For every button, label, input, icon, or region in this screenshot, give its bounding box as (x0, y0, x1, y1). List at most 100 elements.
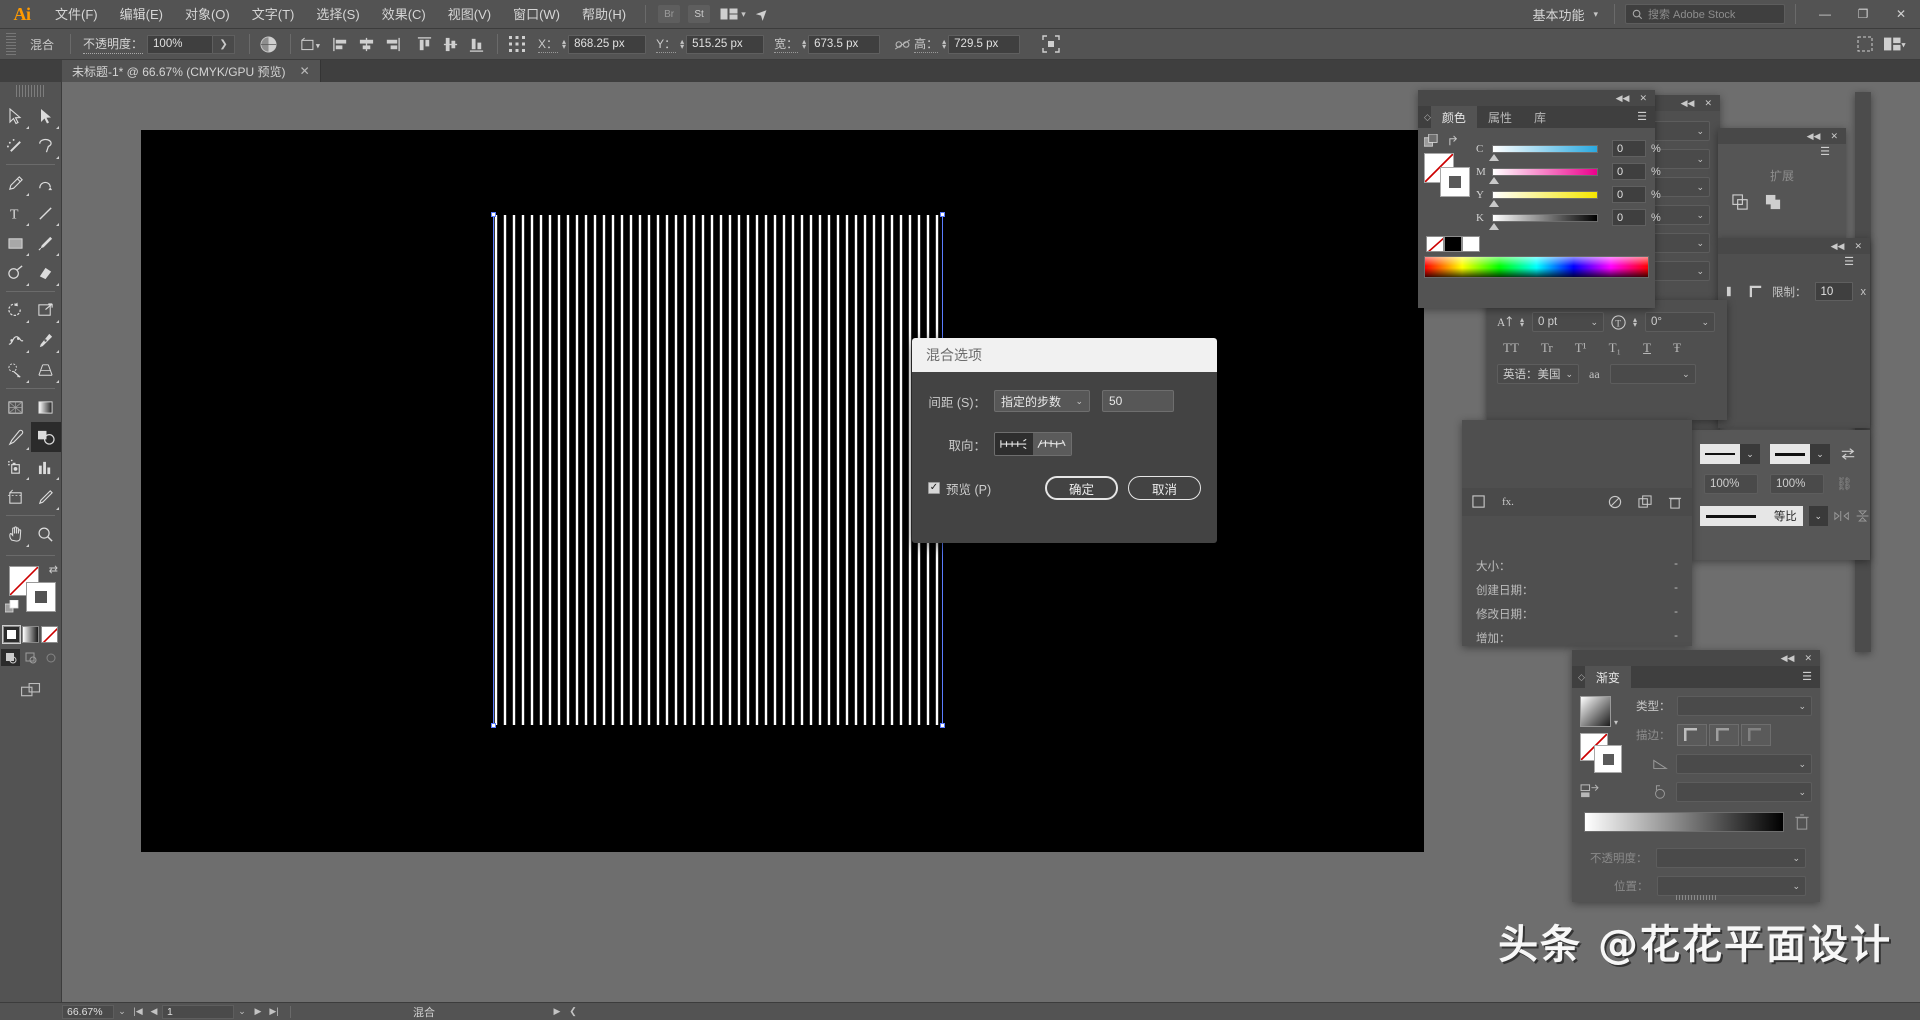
chevron-down-icon[interactable]: ▾ (1614, 718, 1618, 727)
reverse-gradient-icon[interactable] (1580, 783, 1636, 799)
fill-stroke-indicator[interactable]: ⇄ (0, 562, 62, 622)
panel-menu-icon[interactable]: ☰ (1802, 672, 1812, 683)
swatch-none[interactable] (1426, 236, 1444, 252)
color-mode-solid[interactable] (3, 626, 20, 643)
subscript-button[interactable]: T₁ (1609, 340, 1621, 356)
selection-anchor[interactable] (940, 212, 945, 217)
link-broken-icon[interactable]: ⛓ (1836, 476, 1853, 492)
stock-search-input[interactable]: 搜索 Adobe Stock (1625, 4, 1785, 24)
selection-tool[interactable] (0, 101, 31, 131)
menu-type[interactable]: 文字(T) (241, 0, 306, 29)
slider-k-track[interactable] (1492, 214, 1598, 222)
slider-m[interactable]: M 0 % (1476, 163, 1661, 180)
close-icon[interactable]: ✕ (1639, 93, 1647, 104)
gradient-opacity-field[interactable]: ⌄ (1656, 848, 1807, 868)
preview-checkbox[interactable]: ✓ (928, 482, 940, 494)
superscript-button[interactable]: T¹ (1575, 340, 1587, 356)
workspace-switcher[interactable]: 基本功能 ▾ (1526, 5, 1604, 24)
document-tab[interactable]: 未标题-1* @ 66.67% (CMYK/GPU 预览) ✕ (62, 60, 321, 82)
limit-value[interactable]: 10 (1815, 282, 1853, 301)
menu-select[interactable]: 选择(S) (305, 0, 370, 29)
tab-gradient[interactable]: 渐变 (1585, 666, 1631, 688)
slider-c[interactable]: C 0 % (1476, 140, 1661, 157)
opacity-flyout-button[interactable]: ❯ (213, 35, 235, 54)
gradient-type-field[interactable]: ⌄ (1677, 696, 1813, 716)
underline-button[interactable]: T (1643, 340, 1651, 356)
language-field[interactable]: 英语：美国 ⌄ (1497, 364, 1579, 384)
opacity-value[interactable]: 100% (147, 35, 213, 54)
tab-color[interactable]: 颜色 (1431, 106, 1477, 128)
transform-panel-icon[interactable] (504, 32, 530, 56)
artboard-tool[interactable] (0, 482, 31, 512)
menu-file[interactable]: 文件(F) (44, 0, 109, 29)
first-artboard-button[interactable]: |◀ (130, 1004, 146, 1020)
curvature-tool[interactable] (31, 168, 62, 198)
eyedropper-tool[interactable] (0, 422, 31, 452)
swatch-black[interactable] (1444, 236, 1462, 252)
small-caps-button[interactable]: Tr (1541, 340, 1553, 356)
shape-builder-tool[interactable] (0, 355, 31, 385)
slice-tool[interactable] (31, 482, 62, 512)
slider-k[interactable]: K 0 % (1476, 209, 1661, 226)
draw-behind-icon[interactable] (21, 649, 40, 666)
align-top-icon[interactable] (413, 33, 435, 55)
arrange-documents-icon[interactable]: ▾ (720, 5, 746, 23)
perspective-grid-tool[interactable] (31, 355, 62, 385)
menu-effect[interactable]: 效果(C) (371, 0, 437, 29)
y-stepper[interactable]: ▴▾ (680, 39, 684, 49)
discover-icon[interactable]: ➤ (752, 3, 774, 25)
gradient-stroke-swatch[interactable] (1594, 745, 1622, 773)
selection-anchor[interactable] (491, 723, 496, 728)
draw-normal-icon[interactable] (1, 649, 20, 666)
maximize-button[interactable]: ❐ (1844, 0, 1882, 29)
collapse-icon[interactable]: ◀◀ (1616, 93, 1630, 104)
slider-m-track[interactable] (1492, 168, 1598, 176)
slider-y-value[interactable]: 0 (1612, 186, 1646, 203)
type-tool[interactable]: T (0, 198, 31, 228)
stroke-swatch[interactable] (1440, 167, 1470, 197)
gradient-preview-swatch[interactable] (1580, 696, 1611, 727)
width-stepper[interactable]: ▴▾ (802, 39, 806, 49)
menu-edit[interactable]: 编辑(E) (109, 0, 174, 29)
line-segment-tool[interactable] (31, 198, 62, 228)
swatch-white[interactable] (1462, 236, 1480, 252)
stroke-gradient-along-icon[interactable] (1709, 724, 1739, 746)
blend-tool[interactable] (31, 422, 62, 452)
width-value[interactable]: 673.5 px (808, 35, 880, 54)
change-screen-mode-icon[interactable] (15, 676, 46, 706)
scale-a-field[interactable]: 100% (1704, 474, 1758, 494)
shaper-tool[interactable] (0, 258, 31, 288)
collapse-icon[interactable]: ◀◀ (1807, 131, 1821, 142)
previous-artboard-button[interactable]: ◀ (146, 1004, 162, 1020)
last-artboard-button[interactable]: ▶| (266, 1004, 282, 1020)
lock-proportions-icon[interactable] (890, 39, 914, 50)
x-stepper[interactable]: ▴▾ (562, 39, 566, 49)
slider-y-thumb[interactable] (1489, 200, 1499, 207)
bridge-icon[interactable]: Br (658, 5, 680, 23)
artboard-number-field[interactable]: 1 (162, 1005, 234, 1019)
menu-help[interactable]: 帮助(H) (571, 0, 637, 29)
minimize-button[interactable]: — (1806, 0, 1844, 29)
tab-libraries[interactable]: 库 (1523, 106, 1557, 128)
expand-button[interactable]: 扩展 (1718, 158, 1846, 192)
symbol-sprayer-tool[interactable] (0, 452, 31, 482)
stroke-style-swatch-a[interactable] (1700, 444, 1740, 464)
panel-menu-icon[interactable]: ☰ (1844, 257, 1854, 268)
gradient-position-field[interactable]: ⌄ (1657, 876, 1807, 896)
align-center-vertical-icon[interactable] (439, 33, 461, 55)
panel-menu-icon[interactable]: ☰ (1637, 112, 1647, 123)
rotation-field[interactable]: 0° ⌄ (1645, 312, 1715, 332)
eraser-tool[interactable] (31, 258, 62, 288)
slider-y-track[interactable] (1492, 191, 1598, 199)
height-control[interactable]: 高： ▴▾ 729.5 px (914, 35, 1020, 54)
x-coordinate-control[interactable]: X： ▴▾ 868.25 px (538, 35, 646, 54)
align-center-horizontal-icon[interactable] (355, 33, 377, 55)
profile-dropdown[interactable]: ⌄ (1809, 506, 1828, 526)
width-tool[interactable] (0, 325, 31, 355)
zoom-tool[interactable] (31, 519, 62, 549)
height-stepper[interactable]: ▴▾ (942, 39, 946, 49)
color-mode-none[interactable] (41, 626, 58, 643)
anti-alias-field[interactable]: ⌄ (1610, 364, 1696, 384)
stroke-style-dropdown-b[interactable]: ⌄ (1810, 444, 1830, 464)
pen-tool[interactable] (0, 168, 31, 198)
